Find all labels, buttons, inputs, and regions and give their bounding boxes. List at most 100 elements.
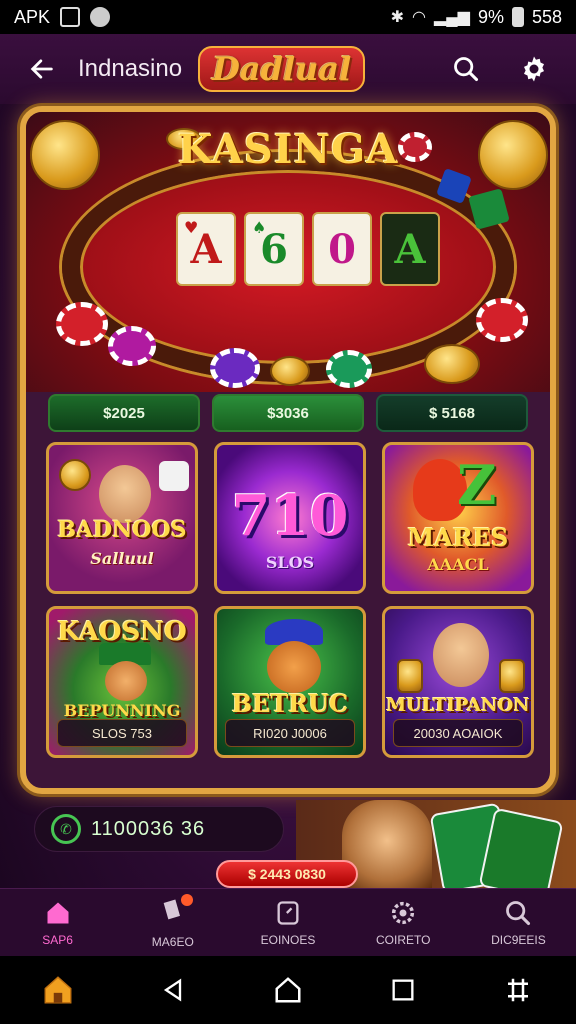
amount-button[interactable]: $ 5168 — [376, 394, 528, 432]
amount-button[interactable]: $2025 — [48, 394, 200, 432]
dice-icon — [468, 188, 510, 230]
spade-icon: ♠ — [252, 218, 267, 237]
home-outline-icon — [275, 977, 301, 1003]
tablet-icon — [277, 900, 299, 925]
playing-card: A — [380, 212, 440, 286]
triangle-back-icon — [163, 978, 181, 1002]
game-footer: 20030 AOAIOK — [393, 719, 523, 747]
game-title: BADNOOS — [57, 517, 187, 543]
coin-stack-icon — [499, 659, 525, 693]
main-game-panel: KASINGA ♥ A ♠ 6 0 A $2025 $3036 $ 5168 BAD… — [20, 106, 556, 794]
house-icon — [44, 976, 72, 1004]
hero-banner[interactable]: KASINGA ♥ A ♠ 6 0 A — [26, 112, 550, 392]
character-avatar — [99, 465, 151, 523]
game-footer: RI020 J0006 — [225, 719, 355, 747]
nav-label: EOINOES — [260, 932, 316, 947]
nav-item-home[interactable]: SAP6 — [0, 889, 115, 956]
whatsapp-icon: ✆ — [51, 814, 81, 844]
balance-pill[interactable]: ✆ 1100036 36 — [34, 806, 284, 852]
battery-percent: 9% — [477, 6, 504, 27]
game-subtitle: AAACL — [427, 555, 489, 574]
character-avatar — [267, 641, 321, 693]
game-grid: BADNOOS Salluul 710 SLOS Z MARES AAACL K… — [46, 442, 534, 758]
game-title: MARES — [407, 523, 509, 552]
game-subtitle: SLOS — [265, 553, 315, 572]
nav-item-search[interactable]: DIC9EEIS — [461, 889, 576, 956]
nav-label: MA6EO — [151, 935, 194, 949]
poker-chip-icon — [56, 302, 108, 346]
nav-item-settings[interactable]: COIRETO — [346, 889, 461, 956]
notification-badge — [180, 894, 193, 906]
launcher-home-button[interactable] — [36, 968, 80, 1012]
square-icon — [392, 979, 414, 1001]
home-icon — [47, 902, 69, 923]
heart-icon: ♥ — [184, 218, 199, 237]
card-rank: 0 — [328, 225, 356, 273]
settings-button[interactable] — [514, 49, 554, 89]
game-subtitle: Salluul — [90, 549, 154, 568]
game-title: MULTIPANON — [386, 695, 530, 716]
carrier-label: APK — [14, 6, 51, 27]
nav-label: DIC9EEIS — [491, 932, 546, 947]
dice-icon — [159, 461, 189, 491]
system-nav-bar — [0, 956, 576, 1024]
app-bar: Indnasino Dadlual — [0, 34, 576, 104]
card-rank: A — [394, 225, 426, 273]
recents-nav-button[interactable] — [381, 968, 425, 1012]
poker-chip-icon — [108, 326, 156, 366]
game-title: BETRUC — [231, 689, 349, 718]
poker-chip-icon — [210, 348, 260, 388]
coin-icon — [270, 356, 310, 386]
bluetooth-icon: ✱ — [390, 9, 405, 26]
poker-chip-icon — [476, 298, 528, 342]
playing-card: ♥ A — [176, 212, 236, 286]
game-subtitle: BEPUNNING — [63, 701, 181, 720]
search-icon — [454, 57, 479, 82]
app-notification-icon — [90, 7, 111, 27]
game-footer: SLOS 753 — [57, 719, 187, 747]
nav-item-games[interactable]: MA6EO — [115, 889, 230, 956]
playing-cards: ♥ A ♠ 6 0 A — [176, 212, 440, 286]
game-tile-710[interactable]: 710 SLOS — [214, 442, 366, 594]
arrow-left-icon — [30, 59, 53, 79]
game-tile-multipanon[interactable]: MULTIPANON 20030 AOAIOK — [382, 606, 534, 758]
clock: 558 — [531, 6, 562, 27]
battery-icon — [511, 7, 524, 27]
game-tile-kaosno[interactable]: KAOSNO BEPUNNING SLOS 753 — [46, 606, 198, 758]
app-title: Indnasino — [78, 55, 183, 82]
app-logo: Dadlual — [198, 46, 366, 92]
gallery-icon — [60, 7, 81, 27]
back-button[interactable] — [22, 49, 62, 89]
search-button[interactable] — [446, 49, 486, 89]
nav-label: SAP6 — [42, 932, 73, 947]
hero-title: KASINGA — [177, 126, 399, 173]
game-tile-mares[interactable]: Z MARES AAACL — [382, 442, 534, 594]
coin-icon — [424, 344, 480, 384]
z-letter-graphic: Z — [457, 453, 497, 517]
balance-amount: 1100036 36 — [91, 817, 206, 840]
game-tile-badnoos[interactable]: BADNOOS Salluul — [46, 442, 198, 594]
jackpot-counter: $ 2443 0830 — [216, 860, 358, 888]
poker-chip-icon — [326, 350, 372, 388]
playing-card: ♠ 6 — [244, 212, 304, 286]
home-nav-button[interactable] — [266, 968, 310, 1012]
bottom-nav: SAP6 MA6EO EOINOES COIRETO DIC9EEIS — [0, 888, 576, 956]
coin-stack-icon — [397, 659, 423, 693]
wifi-icon: ◠ — [412, 9, 426, 26]
coin-icon — [59, 459, 91, 491]
gear-icon — [524, 56, 544, 82]
signal-icon: ▂▄▆ — [433, 9, 470, 26]
amount-button[interactable]: $3036 — [212, 394, 364, 432]
menu-nav-button[interactable] — [496, 968, 540, 1012]
search-icon — [506, 900, 531, 925]
screenshot-icon — [508, 978, 529, 1002]
playing-card: 0 — [312, 212, 372, 286]
back-nav-button[interactable] — [151, 968, 195, 1012]
gear-icon — [392, 901, 415, 924]
game-tile-betruc[interactable]: BETRUC RI020 J0006 — [214, 606, 366, 758]
character-avatar — [105, 661, 147, 701]
amount-buttons: $2025 $3036 $ 5168 — [48, 394, 528, 432]
character-avatar — [433, 623, 489, 687]
nav-item-tablet[interactable]: EOINOES — [230, 889, 345, 956]
status-bar: APK ✱ ◠ ▂▄▆ 9% 558 — [0, 0, 576, 34]
